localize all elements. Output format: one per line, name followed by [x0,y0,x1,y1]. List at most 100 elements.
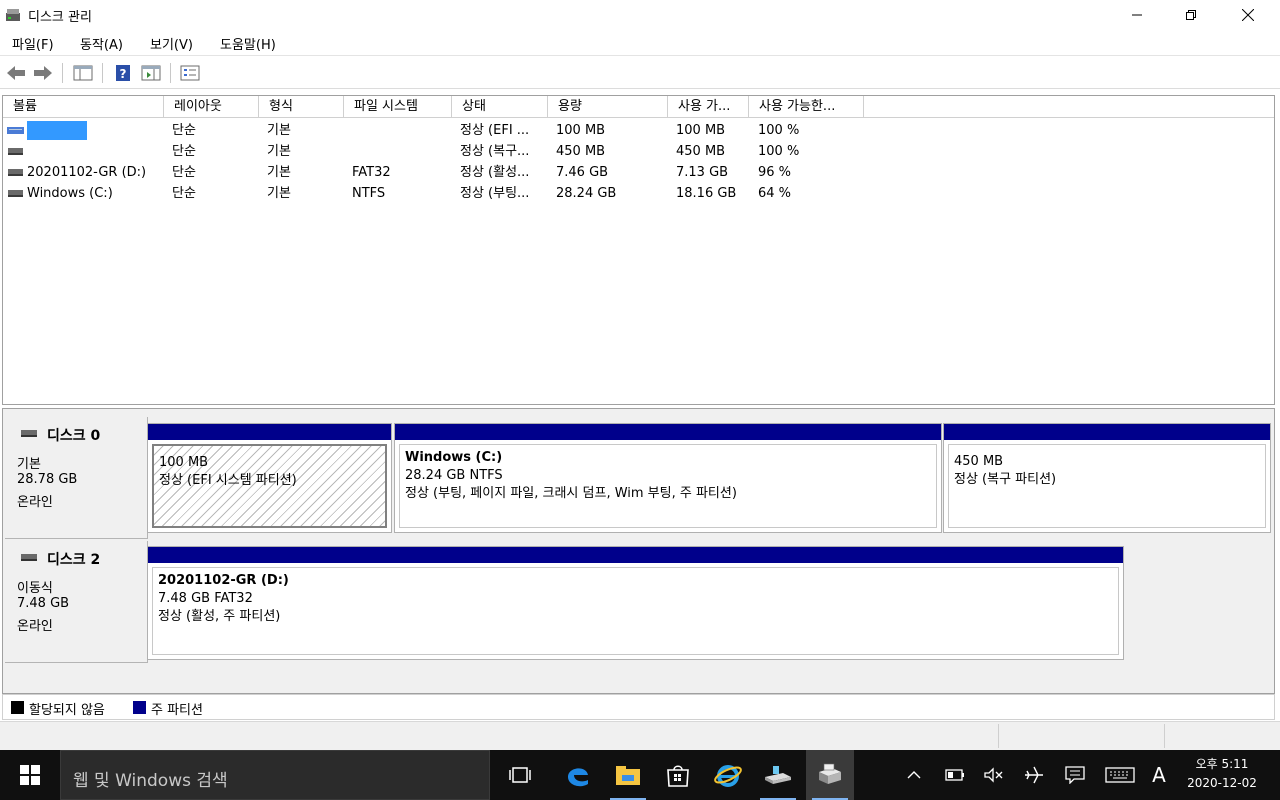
disk-name: 디스크 2 [47,552,101,568]
volume-icon [7,127,24,134]
volume-button[interactable] [981,750,1007,800]
show-hide-console-tree-button[interactable] [72,63,94,83]
primary-partition-bar [148,424,391,440]
file-explorer-icon [616,766,640,785]
partition-title: 20201102-GR (D:) [158,573,289,588]
column-capacity[interactable]: 용량 [548,96,668,118]
input-method-indicator[interactable]: A [1146,750,1172,800]
menu-view[interactable]: 보기(V) [150,34,193,53]
cell-layout: 단순 [172,165,196,180]
menu-help[interactable]: 도움말(H) [220,34,276,53]
minimize-button[interactable] [1114,0,1160,30]
table-row[interactable]: 단순 기본 정상 (복구... 450 MB 450 MB 100 % [3,141,1274,162]
disk-management-icon [819,763,841,784]
show-hide-action-pane-button[interactable] [140,63,162,83]
action-center-button[interactable] [1061,750,1089,800]
restore-button[interactable] [1168,0,1214,30]
selected-volume-name[interactable] [27,121,87,140]
column-type[interactable]: 형식 [259,96,344,118]
status-bar [0,721,1280,750]
volume-list: 볼륨 레이아웃 형식 파일 시스템 상태 용량 사용 가... 사용 가능한..… [2,95,1275,405]
primary-partition-swatch [133,701,146,714]
volume-icon [8,148,23,155]
store-icon [667,765,689,787]
properties-button[interactable] [179,63,201,83]
touch-keyboard-button[interactable] [1102,750,1138,800]
disk-2-label[interactable]: 디스크 2 이동식 7.48 GB 온라인 [5,541,148,663]
disk-icon [21,554,37,561]
primary-partition-bar [944,424,1270,440]
start-button[interactable] [0,750,60,800]
table-row[interactable]: Windows (C:) 단순 기본 NTFS 정상 (부팅... 28.24 … [3,183,1274,204]
disk-name: 디스크 0 [47,428,101,444]
taskbar-edge[interactable] [554,750,602,800]
partition-windows-c[interactable]: Windows (C:) 28.24 GB NTFS 정상 (부팅, 페이지 파… [394,423,942,533]
clock-date: 2020-12-02 [1187,776,1257,790]
partition-size: 100 MB [159,455,209,470]
table-row[interactable]: 20201102-GR (D:) 단순 기본 FAT32 정상 (활성... 7… [3,162,1274,183]
disk-kind: 기본 [17,457,41,472]
cell-capacity: 7.46 GB [556,165,609,180]
partition-body: Windows (C:) 28.24 GB NTFS 정상 (부팅, 페이지 파… [399,444,937,528]
taskbar-store[interactable] [654,750,702,800]
partition-usb-d[interactable]: 20201102-GR (D:) 7.48 GB FAT32 정상 (활성, 주… [147,546,1124,660]
forward-arrow-icon [34,66,52,80]
edge-icon [568,768,588,787]
forward-button[interactable] [32,63,54,83]
battery-icon [945,769,964,781]
column-free-space[interactable]: 사용 가... [668,96,749,118]
column-volume[interactable]: 볼륨 [3,96,164,118]
column-percent-free[interactable]: 사용 가능한... [749,96,864,118]
close-button[interactable] [1225,0,1271,30]
cell-free-space: 100 MB [676,123,726,138]
taskbar-usb-drive[interactable] [754,750,802,800]
airplane-mode-button[interactable] [1021,750,1047,800]
clock-time: 오후 5:11 [1195,757,1249,771]
partition-body: 450 MB 정상 (복구 파티션) [948,444,1266,528]
volume-muted-icon [984,767,1003,783]
disk-map: 디스크 0 기본 28.78 GB 온라인 100 MB 정상 (EFI 시스템… [2,408,1275,694]
back-button[interactable] [5,63,27,83]
cell-capacity: 100 MB [556,123,606,138]
action-center-icon [1065,766,1085,784]
task-view-button[interactable] [496,750,544,800]
minimize-icon [1132,14,1142,16]
taskbar-file-explorer[interactable] [604,750,652,800]
primary-partition-bar [395,424,941,440]
table-row[interactable]: 단순 기본 정상 (EFI ... 100 MB 100 MB 100 % [3,120,1274,141]
column-layout[interactable]: 레이아웃 [164,96,259,118]
cell-status: 정상 (EFI ... [460,123,530,138]
partition-status: 정상 (복구 파티션) [954,472,1057,487]
partition-recovery[interactable]: 450 MB 정상 (복구 파티션) [943,423,1271,533]
cell-file-system: NTFS [352,186,386,201]
disk-state: 온라인 [17,619,53,634]
taskbar-search-box[interactable]: 웹 및 Windows 검색 [60,750,490,800]
taskbar-disk-management[interactable] [806,750,854,800]
chevron-up-icon [907,771,921,779]
cell-type: 기본 [267,165,291,180]
disk-kind: 이동식 [17,581,53,596]
menu-action[interactable]: 동작(A) [80,34,123,53]
column-file-system[interactable]: 파일 시스템 [344,96,452,118]
cell-capacity: 450 MB [556,144,606,159]
cell-free-space: 18.16 GB [676,186,737,201]
internet-explorer-icon [714,765,742,787]
toolbar-separator [62,63,63,83]
clock[interactable]: 오후 5:11 2020-12-02 [1172,755,1272,793]
disk-0-label[interactable]: 디스크 0 기본 28.78 GB 온라인 [5,417,148,539]
task-view-icon [509,767,531,783]
window-title: 디스크 관리 [28,10,92,25]
help-button[interactable]: ? [112,63,134,83]
menu-file[interactable]: 파일(F) [12,34,54,53]
svg-text:?: ? [120,67,127,81]
battery-button[interactable] [942,750,968,800]
partition-efi[interactable]: 100 MB 정상 (EFI 시스템 파티션) [147,423,392,533]
toolbar-separator [170,63,171,83]
airplane-mode-icon [1025,766,1043,784]
column-status[interactable]: 상태 [452,96,548,118]
keyboard-icon [1105,767,1135,783]
taskbar-internet-explorer[interactable] [704,750,752,800]
cell-file-system: FAT32 [352,165,391,180]
menu-bar: 파일(F) 동작(A) 보기(V) 도움말(H) [0,30,1280,56]
show-hidden-icons-button[interactable] [902,750,926,800]
